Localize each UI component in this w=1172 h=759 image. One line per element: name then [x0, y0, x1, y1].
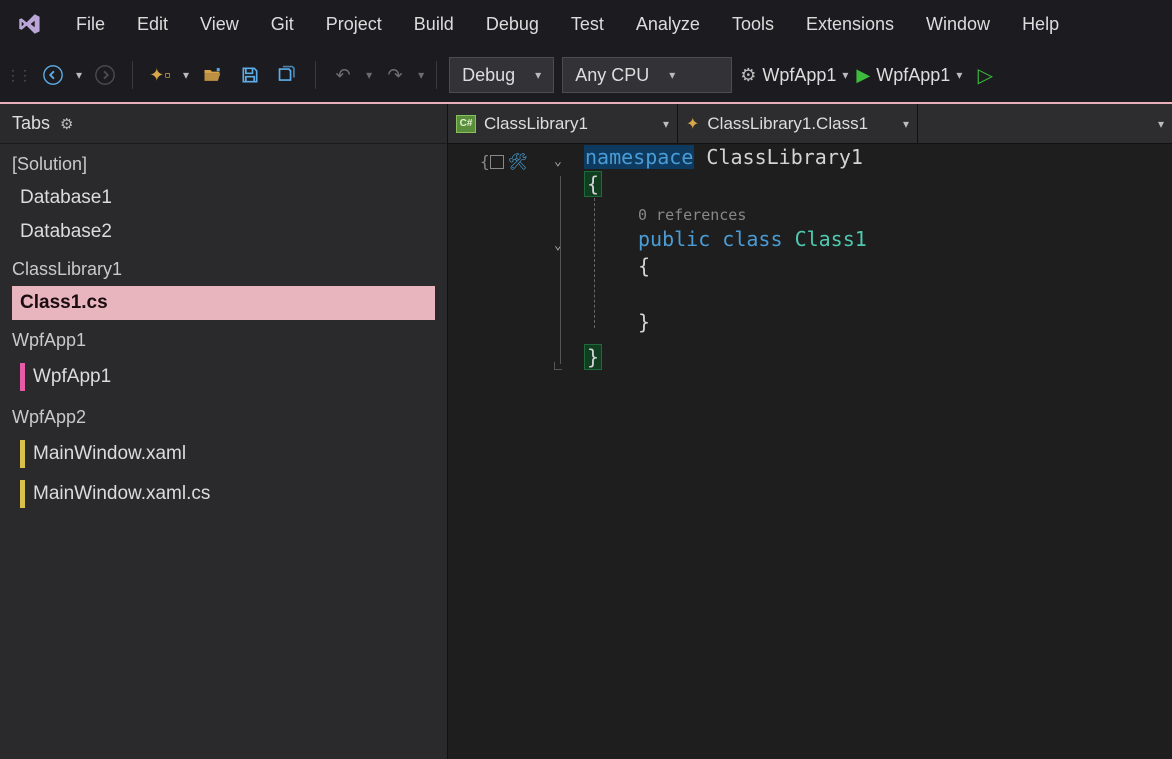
- menu-file[interactable]: File: [62, 8, 119, 41]
- class-icon: ✦: [686, 114, 699, 134]
- editor-nav-bar: C# ClassLibrary1 ▾ ✦ ClassLibrary1.Class…: [448, 104, 1172, 144]
- tab-file[interactable]: WpfApp1: [0, 357, 447, 397]
- tab-group-wpfapp2: WpfApp2: [0, 397, 447, 434]
- tab-file-active[interactable]: Class1.cs: [12, 286, 435, 320]
- menu-project[interactable]: Project: [312, 8, 396, 41]
- code-token: public: [638, 227, 710, 251]
- nav-project-name: ClassLibrary1: [484, 114, 588, 134]
- run-target: WpfApp1: [876, 65, 950, 86]
- group-stripe: [20, 480, 25, 508]
- start-debug-button[interactable]: ▶ WpfApp1 ▾: [856, 65, 962, 86]
- menu-window[interactable]: Window: [912, 8, 1004, 41]
- gear-icon: ⚙: [740, 65, 756, 86]
- menu-view[interactable]: View: [186, 8, 253, 41]
- gutter: { 🛠 ⌄ ⌄: [448, 150, 578, 759]
- config-value: Debug: [462, 65, 515, 86]
- tab-file-label: WpfApp1: [33, 366, 111, 388]
- tabs-panel-title: Tabs: [12, 113, 50, 134]
- startup-name: WpfApp1: [762, 65, 836, 86]
- group-stripe: [20, 363, 25, 391]
- menu-extensions[interactable]: Extensions: [792, 8, 908, 41]
- undo-button[interactable]: ↶: [328, 60, 358, 90]
- tab-file[interactable]: MainWindow.xaml: [0, 434, 447, 474]
- fold-toggle[interactable]: ⌄: [554, 154, 562, 169]
- csharp-icon: C#: [456, 115, 476, 133]
- tab-file[interactable]: MainWindow.xaml.cs: [0, 474, 447, 514]
- brace-icon: {: [480, 152, 504, 171]
- chevron-down-icon: ▾: [1158, 117, 1164, 131]
- separator: [315, 61, 316, 89]
- save-button[interactable]: [235, 60, 265, 90]
- vs-logo-icon: [14, 9, 44, 39]
- code-lens[interactable]: 0 references: [638, 206, 746, 224]
- new-item-caret-icon[interactable]: ▾: [183, 68, 189, 82]
- chevron-down-icon: ▾: [903, 117, 909, 131]
- indent-guide: [594, 198, 595, 328]
- chevron-down-icon: ▾: [663, 117, 669, 131]
- menu-build[interactable]: Build: [400, 8, 468, 41]
- save-all-button[interactable]: [273, 60, 303, 90]
- screwdriver-icon[interactable]: 🛠: [508, 152, 528, 171]
- menu-bar: File Edit View Git Project Build Debug T…: [0, 0, 1172, 48]
- code-token: ClassLibrary1: [706, 145, 863, 169]
- chevron-down-icon: ▾: [535, 68, 541, 82]
- tab-file-label: MainWindow.xaml: [33, 443, 186, 465]
- menu-analyze[interactable]: Analyze: [622, 8, 714, 41]
- platform-value: Any CPU: [575, 65, 649, 86]
- tabs-panel-header: Tabs ⚙: [0, 104, 447, 144]
- platform-dropdown[interactable]: Any CPU ▾: [562, 57, 732, 93]
- chevron-down-icon: ▾: [956, 68, 962, 82]
- fold-corner: [554, 362, 562, 370]
- undo-caret-icon[interactable]: ▾: [366, 68, 372, 82]
- editor: C# ClassLibrary1 ▾ ✦ ClassLibrary1.Class…: [448, 104, 1172, 759]
- tab-group-classlibrary1: ClassLibrary1: [0, 249, 447, 286]
- nav-type-dropdown[interactable]: ✦ ClassLibrary1.Class1 ▾: [678, 104, 918, 143]
- menu-git[interactable]: Git: [257, 8, 308, 41]
- chevron-down-icon: ▾: [842, 68, 848, 82]
- tab-group-wpfapp1: WpfApp1: [0, 320, 447, 357]
- nav-project-dropdown[interactable]: C# ClassLibrary1 ▾: [448, 104, 678, 143]
- menu-tools[interactable]: Tools: [718, 8, 788, 41]
- play-outline-icon: ▷: [978, 63, 993, 88]
- code-token: }: [584, 344, 602, 370]
- separator: [132, 61, 133, 89]
- config-dropdown[interactable]: Debug ▾: [449, 57, 554, 93]
- menu-edit[interactable]: Edit: [123, 8, 182, 41]
- redo-button[interactable]: ↷: [380, 60, 410, 90]
- fold-line: [560, 176, 561, 364]
- group-stripe: [20, 440, 25, 468]
- tabs-panel: Tabs ⚙ [Solution] Database1 Database2 Cl…: [0, 104, 448, 759]
- tab-group-solution: [Solution]: [0, 144, 447, 181]
- open-button[interactable]: [197, 60, 227, 90]
- separator: [436, 61, 437, 89]
- code-token: {: [584, 171, 602, 197]
- code-editor[interactable]: { 🛠 ⌄ ⌄ namespace ClassLibrary1 { 0 refe…: [448, 144, 1172, 759]
- nav-forward-button[interactable]: [90, 60, 120, 90]
- tab-file[interactable]: Database1: [0, 181, 447, 215]
- tab-file[interactable]: Database2: [0, 215, 447, 249]
- menu-test[interactable]: Test: [557, 8, 618, 41]
- toolbar: ⋮⋮ ▾ ✦▫ ▾ ↶ ▾ ↷ ▾ Debug ▾ Any CPU ▾ ⚙ Wp…: [0, 48, 1172, 104]
- tab-file-label: MainWindow.xaml.cs: [33, 483, 210, 505]
- nav-back-button[interactable]: [38, 60, 68, 90]
- nav-type-name: ClassLibrary1.Class1: [707, 114, 868, 134]
- code-token: {: [638, 254, 650, 278]
- code-token: class: [722, 227, 782, 251]
- play-icon: ▶: [856, 65, 870, 86]
- menu-help[interactable]: Help: [1008, 8, 1073, 41]
- nav-back-caret-icon[interactable]: ▾: [76, 68, 82, 82]
- startup-project-selector[interactable]: ⚙ WpfApp1 ▾: [740, 65, 848, 86]
- gear-icon[interactable]: ⚙: [60, 115, 73, 133]
- start-without-debug-button[interactable]: ▷: [970, 60, 1000, 90]
- chevron-down-icon: ▾: [669, 68, 675, 82]
- code-token: }: [638, 310, 650, 334]
- redo-caret-icon[interactable]: ▾: [418, 68, 424, 82]
- menu-debug[interactable]: Debug: [472, 8, 553, 41]
- nav-member-dropdown[interactable]: ▾: [918, 104, 1172, 143]
- new-item-button[interactable]: ✦▫: [145, 60, 175, 90]
- code-token: namespace: [584, 145, 694, 169]
- grip-icon: ⋮⋮: [6, 67, 30, 84]
- code-token: Class1: [795, 227, 867, 251]
